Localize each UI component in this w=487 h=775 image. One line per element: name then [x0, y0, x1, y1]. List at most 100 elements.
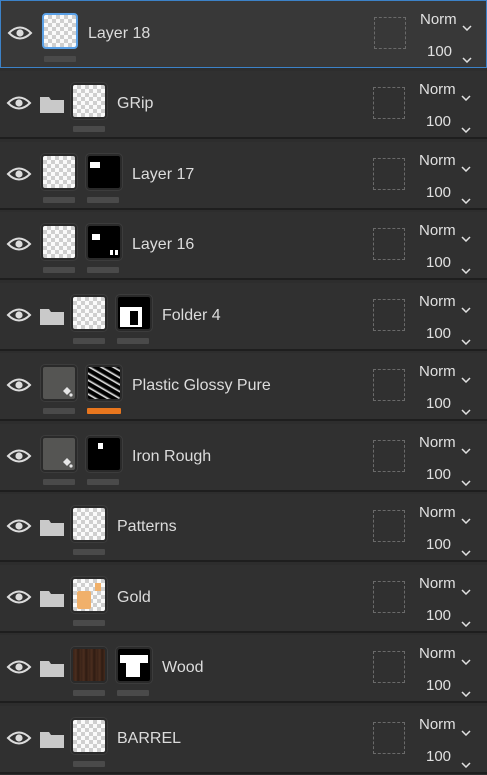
layer-row[interactable]: Layer 18 Norm 100 [0, 0, 487, 68]
layer-thumbnail[interactable] [41, 365, 77, 401]
layer-thumbnail[interactable] [71, 647, 107, 683]
opacity-select[interactable]: 100 [426, 677, 451, 694]
blend-mode-select[interactable]: Norm [419, 716, 456, 733]
opacity-select[interactable]: 100 [426, 254, 451, 271]
chevron-down-icon[interactable] [461, 300, 471, 314]
layer-thumbnail[interactable] [41, 154, 77, 190]
chevron-down-icon[interactable] [461, 684, 471, 698]
layer-name[interactable]: GRip [117, 95, 153, 113]
effects-slot[interactable] [374, 17, 406, 49]
layer-row[interactable]: Iron Rough Norm 100 [0, 424, 487, 492]
layer-thumbnail[interactable] [71, 295, 107, 331]
layer-thumbnail[interactable] [71, 718, 107, 754]
layer-name[interactable]: Layer 16 [132, 236, 194, 254]
blend-mode-select[interactable]: Norm [419, 293, 456, 310]
layer-name[interactable]: Layer 18 [88, 25, 150, 43]
opacity-select[interactable]: 100 [426, 395, 451, 412]
layer-thumbnail[interactable] [42, 13, 78, 49]
blend-mode-select[interactable]: Norm [419, 575, 456, 592]
layer-row[interactable]: Wood Norm 100 [0, 635, 487, 703]
chevron-down-icon[interactable] [461, 582, 471, 596]
chevron-down-icon[interactable] [461, 191, 471, 205]
eye-icon[interactable] [6, 658, 32, 676]
layer-thumbnail[interactable] [41, 224, 77, 260]
effects-slot[interactable] [373, 369, 405, 401]
opacity-select[interactable]: 100 [426, 325, 451, 342]
chevron-down-icon[interactable] [461, 473, 471, 487]
blend-mode-select[interactable]: Norm [419, 222, 456, 239]
opacity-select[interactable]: 100 [426, 607, 451, 624]
layer-mask-thumbnail[interactable] [116, 647, 152, 683]
effects-slot[interactable] [373, 510, 405, 542]
effects-slot[interactable] [373, 87, 405, 119]
layer-name[interactable]: Plastic Glossy Pure [132, 377, 271, 395]
eye-icon[interactable] [6, 235, 32, 253]
opacity-select[interactable]: 100 [426, 748, 451, 765]
chevron-down-icon[interactable] [461, 159, 471, 173]
effects-slot[interactable] [373, 299, 405, 331]
layer-name[interactable]: Wood [162, 659, 204, 677]
layer-mask-thumbnail[interactable] [86, 365, 122, 401]
layer-row[interactable]: Layer 17 Norm 100 [0, 142, 487, 210]
opacity-select[interactable]: 100 [426, 536, 451, 553]
blend-mode-select[interactable]: Norm [419, 645, 456, 662]
layer-row[interactable]: Layer 16 Norm 100 [0, 212, 487, 280]
blend-mode-select[interactable]: Norm [419, 434, 456, 451]
chevron-down-icon[interactable] [461, 755, 471, 769]
effects-slot[interactable] [373, 722, 405, 754]
chevron-down-icon[interactable] [462, 18, 472, 32]
chevron-down-icon[interactable] [461, 543, 471, 557]
effects-slot[interactable] [373, 158, 405, 190]
layer-mask-thumbnail[interactable] [86, 436, 122, 472]
blend-mode-select[interactable]: Norm [420, 11, 457, 28]
chevron-down-icon[interactable] [461, 88, 471, 102]
eye-icon[interactable] [6, 729, 32, 747]
eye-icon[interactable] [6, 517, 32, 535]
layer-name[interactable]: Folder 4 [162, 307, 221, 325]
chevron-down-icon[interactable] [461, 261, 471, 275]
chevron-down-icon[interactable] [461, 614, 471, 628]
effects-slot[interactable] [373, 228, 405, 260]
layer-row[interactable]: Plastic Glossy Pure Norm 100 [0, 353, 487, 421]
layer-row[interactable]: Folder 4 Norm 100 [0, 283, 487, 351]
effects-slot[interactable] [373, 651, 405, 683]
opacity-select[interactable]: 100 [426, 113, 451, 130]
layer-thumbnail[interactable] [41, 436, 77, 472]
layer-row[interactable]: BARREL Norm 100 [0, 706, 487, 774]
effects-slot[interactable] [373, 440, 405, 472]
layer-row[interactable]: GRip Norm 100 [0, 71, 487, 139]
layer-name[interactable]: Iron Rough [132, 448, 211, 466]
eye-icon[interactable] [6, 376, 32, 394]
eye-icon[interactable] [6, 447, 32, 465]
layer-mask-thumbnail[interactable] [86, 224, 122, 260]
layer-row[interactable]: Patterns Norm 100 [0, 494, 487, 562]
chevron-down-icon[interactable] [461, 652, 471, 666]
opacity-select[interactable]: 100 [426, 466, 451, 483]
layer-thumbnail[interactable] [71, 506, 107, 542]
chevron-down-icon[interactable] [461, 120, 471, 134]
eye-icon[interactable] [7, 24, 33, 42]
layer-thumbnail[interactable] [71, 83, 107, 119]
eye-icon[interactable] [6, 94, 32, 112]
blend-mode-select[interactable]: Norm [419, 363, 456, 380]
layer-mask-thumbnail[interactable] [86, 154, 122, 190]
eye-icon[interactable] [6, 306, 32, 324]
eye-icon[interactable] [6, 588, 32, 606]
opacity-select[interactable]: 100 [427, 43, 452, 60]
layer-row[interactable]: Gold Norm 100 [0, 565, 487, 633]
eye-icon[interactable] [6, 165, 32, 183]
blend-mode-select[interactable]: Norm [419, 81, 456, 98]
chevron-down-icon[interactable] [461, 441, 471, 455]
opacity-select[interactable]: 100 [426, 184, 451, 201]
blend-mode-select[interactable]: Norm [419, 504, 456, 521]
chevron-down-icon[interactable] [461, 229, 471, 243]
effects-slot[interactable] [373, 581, 405, 613]
layer-name[interactable]: Patterns [117, 518, 177, 536]
chevron-down-icon[interactable] [461, 723, 471, 737]
layer-thumbnail[interactable] [71, 577, 107, 613]
layer-name[interactable]: Gold [117, 589, 151, 607]
chevron-down-icon[interactable] [461, 402, 471, 416]
layer-name[interactable]: BARREL [117, 730, 181, 748]
chevron-down-icon[interactable] [461, 332, 471, 346]
chevron-down-icon[interactable] [461, 511, 471, 525]
